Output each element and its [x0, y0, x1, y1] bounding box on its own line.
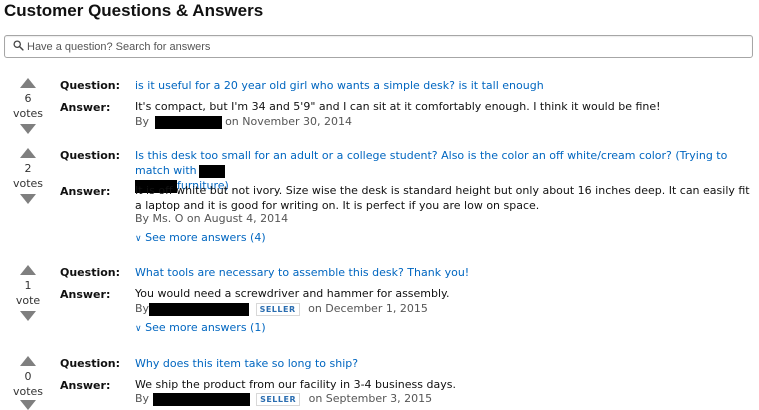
triangle-down-icon[interactable] [20, 400, 36, 410]
redacted-name [152, 392, 250, 406]
vote-widget: 1 vote [8, 265, 48, 321]
answer-label: Answer: [60, 185, 111, 198]
question-link[interactable]: Why does this item take so long to ship? [135, 357, 358, 370]
question-text-wrap: is it useful for a 20 year old girl who … [135, 78, 755, 93]
byline: By SELLER on December 1, 2015 [135, 301, 428, 316]
triangle-up-icon[interactable] [20, 148, 36, 158]
vote-widget: 6 votes [8, 78, 48, 134]
vote-label: votes [12, 177, 44, 190]
page-title: Customer Questions & Answers [4, 1, 264, 20]
question-text-wrap: Why does this item take so long to ship? [135, 356, 755, 371]
question-label: Question: [60, 149, 121, 162]
answer-label: Answer: [60, 288, 111, 301]
byline: By on November 30, 2014 [135, 114, 352, 129]
search-box[interactable] [4, 35, 753, 58]
see-more-answers-link[interactable]: ∨ See more answers (4) [135, 230, 266, 247]
answer-text: We ship the product from our facility in… [135, 378, 456, 391]
see-more-label: See more answers (1) [145, 321, 266, 334]
chevron-down-icon: ∨ [135, 324, 142, 334]
byline-date: on November 30, 2014 [225, 115, 352, 128]
answer-label: Answer: [60, 101, 111, 114]
vote-label: votes [12, 385, 44, 398]
question-label: Question: [60, 357, 121, 370]
question-text-wrap: What tools are necessary to assemble thi… [135, 265, 755, 280]
vote-label: vote [15, 294, 41, 307]
triangle-down-icon[interactable] [20, 194, 36, 204]
redacted-word [198, 164, 225, 178]
answer-label: Answer: [60, 379, 111, 392]
seller-badge: SELLER [256, 392, 301, 406]
byline: By Ms. O on August 4, 2014 [135, 212, 289, 225]
byline-date: on December 1, 2015 [308, 302, 428, 315]
byline-date: on September 3, 2015 [308, 392, 433, 405]
redacted-name [149, 302, 250, 316]
vote-count: 6 [24, 92, 32, 105]
triangle-up-icon[interactable] [20, 356, 36, 366]
answer-text: You would need a screwdriver and hammer … [135, 287, 450, 300]
question-link[interactable]: What tools are necessary to assemble thi… [135, 266, 469, 279]
question-label: Question: [60, 79, 121, 92]
question-link[interactable]: is it useful for a 20 year old girl who … [135, 79, 544, 92]
see-more-label: See more answers (4) [145, 231, 266, 244]
question-label: Question: [60, 266, 121, 279]
search-input[interactable] [27, 37, 727, 56]
vote-label: votes [12, 107, 44, 120]
vote-count: 2 [24, 162, 32, 175]
chevron-down-icon: ∨ [135, 234, 142, 244]
triangle-down-icon[interactable] [20, 311, 36, 321]
vote-widget: 0 votes [8, 356, 48, 410]
search-icon [13, 40, 24, 51]
answer-text: It is off white but not ivory. Size wise… [135, 184, 750, 212]
vote-widget: 2 votes [8, 148, 48, 204]
by-label: By [135, 302, 150, 315]
see-more-answers-link[interactable]: ∨ See more answers (1) [135, 320, 266, 337]
seller-badge: SELLER [255, 302, 300, 316]
byline: By SELLER on September 3, 2015 [135, 391, 432, 406]
answer-text: It's compact, but I'm 34 and 5'9" and I … [135, 100, 661, 113]
triangle-up-icon[interactable] [20, 78, 36, 88]
vote-count: 1 [24, 279, 32, 292]
by-label: By [135, 392, 150, 405]
triangle-up-icon[interactable] [20, 265, 36, 275]
redacted-name [154, 115, 222, 129]
triangle-down-icon[interactable] [20, 124, 36, 134]
by-label: By [135, 115, 150, 128]
vote-count: 0 [24, 370, 32, 383]
